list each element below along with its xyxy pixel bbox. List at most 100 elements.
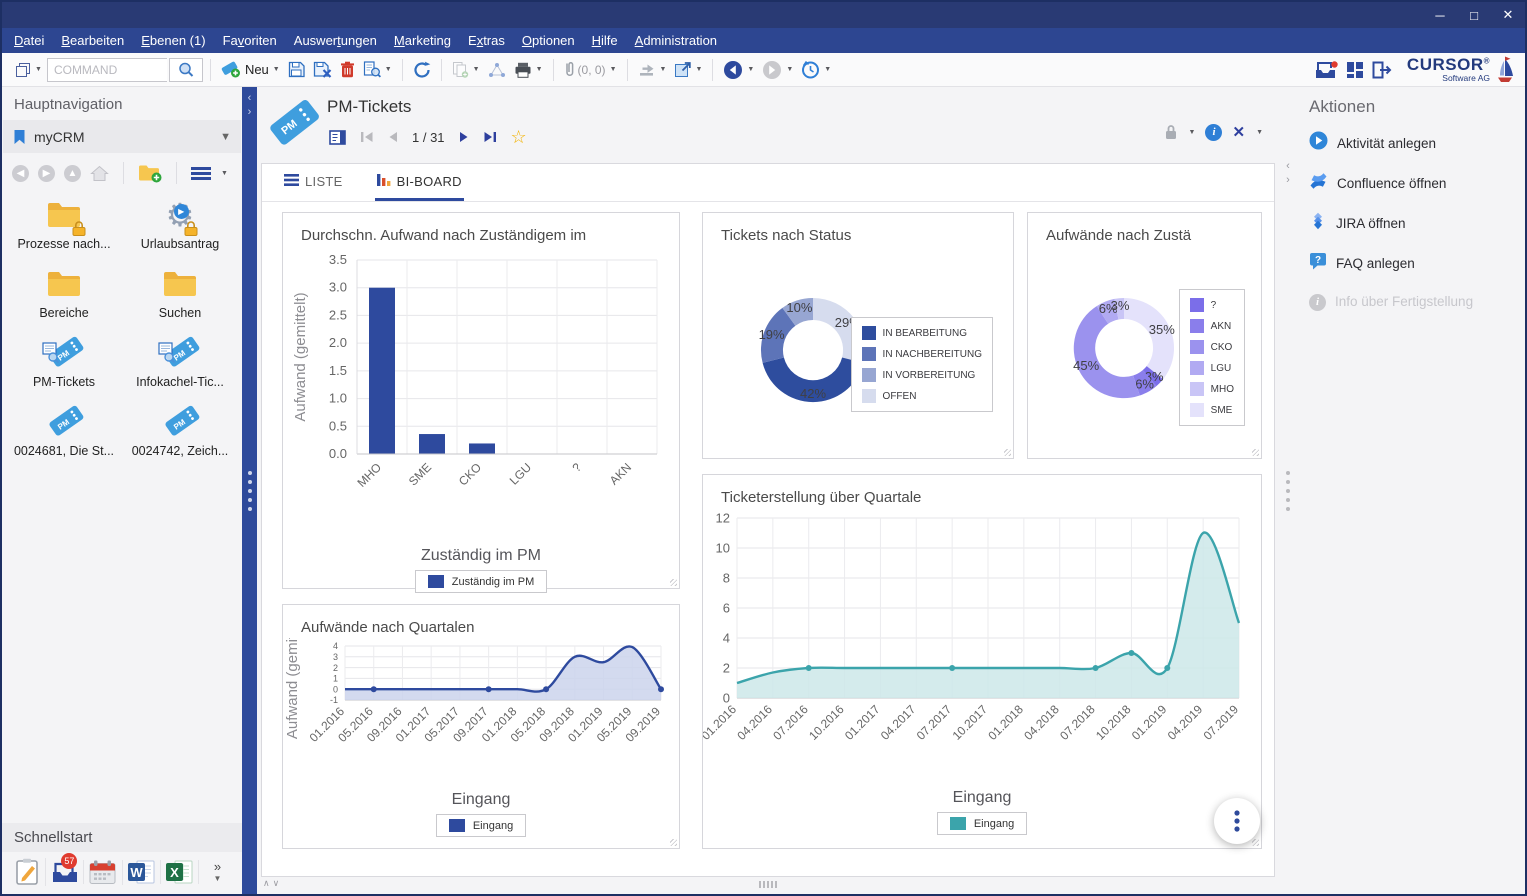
relations-button[interactable] xyxy=(485,60,509,80)
forward-icon xyxy=(762,60,782,80)
menu-bearbeiten[interactable]: Bearbeiten xyxy=(61,33,124,48)
lock-icon[interactable] xyxy=(1164,124,1178,140)
home-icon[interactable] xyxy=(90,165,109,182)
scroll-up-icon[interactable]: ∧ xyxy=(263,878,273,888)
splitter-handle[interactable] xyxy=(1286,471,1290,511)
quickstart-excel-button[interactable]: X xyxy=(161,860,199,884)
hamburger-menu-icon[interactable] xyxy=(191,166,211,181)
previous-record-icon[interactable] xyxy=(388,131,398,143)
splitter-handle[interactable] xyxy=(248,471,252,511)
search-records-button[interactable]: ▼ xyxy=(360,59,395,80)
menu-datei[interactable]: Datei xyxy=(14,33,44,48)
chart-card-ticket-creation[interactable]: Ticketerstellung über Quartale 024681012… xyxy=(702,474,1262,849)
quickstart-word-button[interactable]: W xyxy=(123,860,161,884)
delete-button[interactable] xyxy=(337,59,358,80)
menu-marketing[interactable]: Marketing xyxy=(394,33,451,48)
info-icon[interactable]: i xyxy=(1205,124,1222,141)
add-folder-icon[interactable] xyxy=(138,163,162,183)
action-confluence-ffnen[interactable]: Confluence öffnen xyxy=(1309,172,1511,195)
menu-auswertungen[interactable]: Auswertungen xyxy=(294,33,377,48)
logout-button[interactable] xyxy=(1369,59,1395,81)
quickstart-notes-button[interactable] xyxy=(8,858,46,886)
printer-icon xyxy=(514,62,532,78)
back-button[interactable]: ▼ xyxy=(720,58,757,82)
sidebar-item-0024681-die-st[interactable]: PM0024681, Die St... xyxy=(6,403,122,458)
open-external-button[interactable]: ▼ xyxy=(671,59,705,80)
refresh-button[interactable] xyxy=(410,59,434,81)
sidebar-item-urlaubsantrag[interactable]: ⚙▶Urlaubsantrag xyxy=(122,196,238,251)
dashboard-menu-fab[interactable] xyxy=(1214,798,1260,844)
svg-text:10.2016: 10.2016 xyxy=(806,702,847,743)
forward-button[interactable]: ▼ xyxy=(759,58,796,82)
collapse-left-icon[interactable]: ‹ xyxy=(248,92,252,104)
sidebar-items-grid: Prozesse nach...⚙▶UrlaubsantragBereicheS… xyxy=(2,190,242,823)
chevron-down-icon: ▼ xyxy=(35,66,42,73)
expand-right-icon[interactable]: › xyxy=(248,106,252,118)
window-switch-button[interactable]: ▼ xyxy=(12,60,45,80)
last-record-icon[interactable] xyxy=(483,131,497,143)
menu-favoriten[interactable]: Favoriten xyxy=(223,33,277,48)
print-button[interactable]: ▼ xyxy=(511,60,546,80)
action-jira-ffnen[interactable]: JIRA öffnen xyxy=(1309,212,1511,235)
first-record-icon[interactable] xyxy=(360,131,374,143)
sidebar-item-bereiche[interactable]: Bereiche xyxy=(6,265,122,320)
chart-card-tickets-status[interactable]: Tickets nach Status 29%42%19%10% IN BEAR… xyxy=(702,212,1014,459)
quickstart-more-button[interactable]: »▼ xyxy=(199,862,236,883)
workspace-selector[interactable]: myCRM ▼ xyxy=(3,120,241,153)
sidebar-item-suchen[interactable]: Suchen xyxy=(122,265,238,320)
expand-right-icon[interactable]: › xyxy=(1286,174,1290,186)
actions-splitter[interactable]: ‹› xyxy=(1281,87,1295,894)
actions-header: Aktionen xyxy=(1309,97,1511,117)
maximize-icon[interactable]: □ xyxy=(1457,8,1491,23)
notifications-button[interactable] xyxy=(1311,58,1341,81)
sidebar-splitter[interactable]: ‹› xyxy=(242,87,257,894)
nav-forward-icon[interactable]: ▶ xyxy=(38,165,55,182)
sidebar-item-prozesse-nach[interactable]: Prozesse nach... xyxy=(6,196,122,251)
action-faq-anlegen[interactable]: ?FAQ anlegen xyxy=(1309,252,1511,275)
action-aktivit-t-anlegen[interactable]: Aktivität anlegen xyxy=(1309,131,1511,155)
svg-text:LGU: LGU xyxy=(507,460,534,487)
collapse-left-icon[interactable]: ‹ xyxy=(1286,160,1290,172)
new-record-button[interactable]: Neu ▼ xyxy=(218,58,283,81)
menu-ebenen-1[interactable]: Ebenen (1) xyxy=(141,33,205,48)
tab-bi-board[interactable]: BI-BOARD xyxy=(375,173,464,201)
modules-button[interactable] xyxy=(1343,59,1367,81)
close-window-icon[interactable]: ✕ xyxy=(1491,7,1525,23)
save-button[interactable] xyxy=(285,59,308,80)
svg-text:?: ? xyxy=(1315,255,1321,266)
scroll-down-icon[interactable]: ∨ xyxy=(273,878,283,888)
menu-optionen[interactable]: Optionen xyxy=(522,33,575,48)
svg-text:01.2019: 01.2019 xyxy=(1129,702,1170,743)
chart-card-effort-owner[interactable]: Aufwände nach Zustä 35%3%6%45%6%3% ?AKNC… xyxy=(1027,212,1262,459)
minimize-icon[interactable]: ─ xyxy=(1423,8,1457,23)
nav-back-icon[interactable]: ◀ xyxy=(12,165,29,182)
sidebar-item-pm-tickets[interactable]: PMPM-Tickets xyxy=(6,334,122,389)
quickstart-header: Schnellstart xyxy=(2,823,242,852)
sidebar-header: Hauptnavigation xyxy=(2,87,242,120)
close-tab-icon[interactable]: ✕ xyxy=(1232,123,1245,141)
chart-card-avg-effort[interactable]: Durchschn. Aufwand nach Zuständigem im 0… xyxy=(282,212,680,589)
save-close-button[interactable] xyxy=(310,59,335,80)
sidebar-item-0024742-zeich[interactable]: PM0024742, Zeich... xyxy=(122,403,238,458)
favorite-star-icon[interactable]: ☆ xyxy=(511,128,527,146)
quickstart-inbox-button[interactable]: 57 xyxy=(46,860,84,884)
next-record-icon[interactable] xyxy=(459,131,469,143)
command-input[interactable] xyxy=(47,58,167,82)
horizontal-splitter-handle[interactable] xyxy=(759,881,777,888)
export-button[interactable]: ▼ xyxy=(635,60,670,79)
svg-text:10.2018: 10.2018 xyxy=(1093,702,1134,743)
attachments-button[interactable]: (0, 0) ▼ xyxy=(561,59,620,80)
menu-hilfe[interactable]: Hilfe xyxy=(592,33,618,48)
quickstart-calendar-button[interactable] xyxy=(84,860,122,885)
save-icon xyxy=(288,61,305,78)
tab-liste[interactable]: LISTE xyxy=(282,174,345,201)
menu-administration[interactable]: Administration xyxy=(635,33,717,48)
nav-up-icon[interactable]: ▲ xyxy=(64,165,81,182)
sidebar-item-infokachel-tic[interactable]: PMInfokachel-Tic... xyxy=(122,334,238,389)
command-search-button[interactable] xyxy=(169,58,203,82)
chart-card-effort-quarters[interactable]: Aufwände nach Quartalen -10123401.201605… xyxy=(282,604,680,849)
copy-record-button[interactable]: ▼ xyxy=(449,59,483,80)
history-button[interactable]: ▼ xyxy=(798,58,834,81)
detail-view-icon[interactable] xyxy=(329,130,346,145)
menu-extras[interactable]: Extras xyxy=(468,33,505,48)
